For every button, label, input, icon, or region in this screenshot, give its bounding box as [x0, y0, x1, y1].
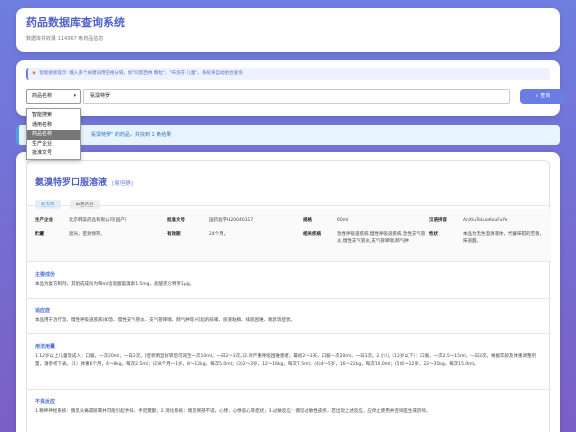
maker-label: 生产企业	[35, 218, 53, 223]
trait-value: 本品为无色澄清液体，代餐味钳的苦香，味道甜。	[463, 232, 544, 244]
spec-label: 规格	[303, 218, 312, 223]
section-text: 1.精神神经系统：偶见头痛或眩晕并可能引起手抖、手足震颤；2.消化系统：偶见胃部…	[35, 409, 431, 414]
drug-title: 氨溴特罗口服溶液 [易坦静]	[35, 175, 133, 188]
approval-label: 批准文号	[167, 218, 185, 223]
select-value: 商品名称	[32, 93, 53, 99]
pin-icon: ◉	[32, 71, 36, 76]
valid-value: 24个月。	[209, 232, 229, 237]
section-title: 适应症	[35, 308, 51, 314]
drug-name: 氨溴特罗口服溶液	[35, 178, 108, 188]
header-card: 药品数据库查询系统 数据库共收录 114367 条药品信息	[16, 8, 560, 52]
search-input[interactable]: 氨溴特罗	[83, 89, 510, 104]
divider	[27, 389, 551, 390]
divider	[27, 298, 551, 299]
divider	[27, 333, 551, 334]
section-text: 本品用于治疗急、慢性呼吸道疾病(如急、慢性支气管炎、支气管哮喘、肺气肿等)引起的…	[35, 318, 296, 323]
query-button-label: 查询	[540, 93, 551, 99]
chevron-down-icon: ▾	[73, 93, 76, 99]
search-field-dropdown[interactable]: 智能搜索 通用名称 商品名称 生产企业 批准文号	[26, 108, 81, 160]
approval-value: 国药准字H20040317	[209, 218, 254, 223]
section-text: 1.12岁以上儿童及成人：口服，一次20ml，一日2次。[症状明显好转后可减至一…	[35, 354, 536, 367]
section-title: 不良反应	[35, 399, 56, 405]
dropdown-option-smart[interactable]: 智能搜索	[27, 111, 80, 121]
search-field-select[interactable]: 商品名称 ▾	[26, 89, 81, 104]
storage-value: 遮光，密封保存。	[69, 232, 105, 237]
divider	[27, 205, 551, 206]
dropdown-option-trade[interactable]: 商品名称	[27, 130, 80, 140]
storage-label: 贮藏	[35, 232, 44, 237]
search-input-value: 氨溴特罗	[90, 93, 111, 99]
query-button[interactable]: ⌕ 查询	[520, 89, 566, 104]
valid-label: 有效期	[167, 232, 181, 237]
maker-value: 北京韩美药品有限公司(国产)	[69, 218, 127, 223]
pinyin-value: AnXiuTeLuoKouFuYe	[463, 218, 508, 223]
drug-info-grid: 生产企业 北京韩美药品有限公司(国产) 批准文号 国药准字H20040317 规…	[27, 209, 551, 261]
section-title: 主要成份	[35, 272, 56, 278]
tip-text: 输入多个关键词用空格分隔，如"阿莫西林 颗粒"、"布洛芬 儿童"，系统将自动组合…	[69, 71, 243, 76]
dropdown-option-approval[interactable]: 批准文号	[27, 149, 80, 159]
search-icon: ⌕	[535, 93, 539, 99]
disease-value: 急性呼吸道疾病,慢性呼吸道疾病,急性支气管炎,慢性支气管炎,支气管哮喘,肺气肿	[337, 232, 426, 244]
section-title: 用法用量	[35, 344, 56, 350]
result-count-banner: 氨溴特罗" 的药品，共找到 1 条结果	[16, 125, 560, 145]
db-count-subtitle: 数据库共收录 114367 条药品信息	[26, 36, 104, 42]
result-panel: 氨溴特罗口服溶液 [易坦静] 处方药 中西药品 生产企业 北京韩美药品有限公司(…	[16, 152, 560, 432]
pinyin-label: 汉语拼音	[429, 218, 447, 223]
drug-trade-name: [易坦静]	[112, 181, 133, 187]
dropdown-option-generic[interactable]: 通用名称	[27, 121, 80, 131]
disease-label: 相关疾病	[303, 232, 321, 237]
section-text: 本品为复方制剂，其组成成份为每ml含盐酸氨溴索1.5mg，盐酸克仑特罗1μg。	[35, 282, 195, 287]
dropdown-option-maker[interactable]: 生产企业	[27, 140, 80, 150]
search-panel: ◉ 智能搜索提示: 输入多个关键词用空格分隔，如"阿莫西林 颗粒"、"布洛芬 儿…	[16, 60, 566, 116]
app-title: 药品数据库查询系统	[26, 16, 125, 29]
drug-tags: 处方药 中西药品	[35, 191, 104, 210]
trait-label: 性状	[429, 232, 438, 237]
spec-value: 60ml	[337, 218, 349, 223]
tip-label: 智能搜索提示:	[39, 71, 68, 76]
search-tip: ◉ 智能搜索提示: 输入多个关键词用空格分隔，如"阿莫西林 颗粒"、"布洛芬 儿…	[26, 68, 550, 80]
drug-card: 氨溴特罗口服溶液 [易坦静] 处方药 中西药品 生产企业 北京韩美药品有限公司(…	[26, 160, 551, 432]
divider	[27, 261, 551, 262]
